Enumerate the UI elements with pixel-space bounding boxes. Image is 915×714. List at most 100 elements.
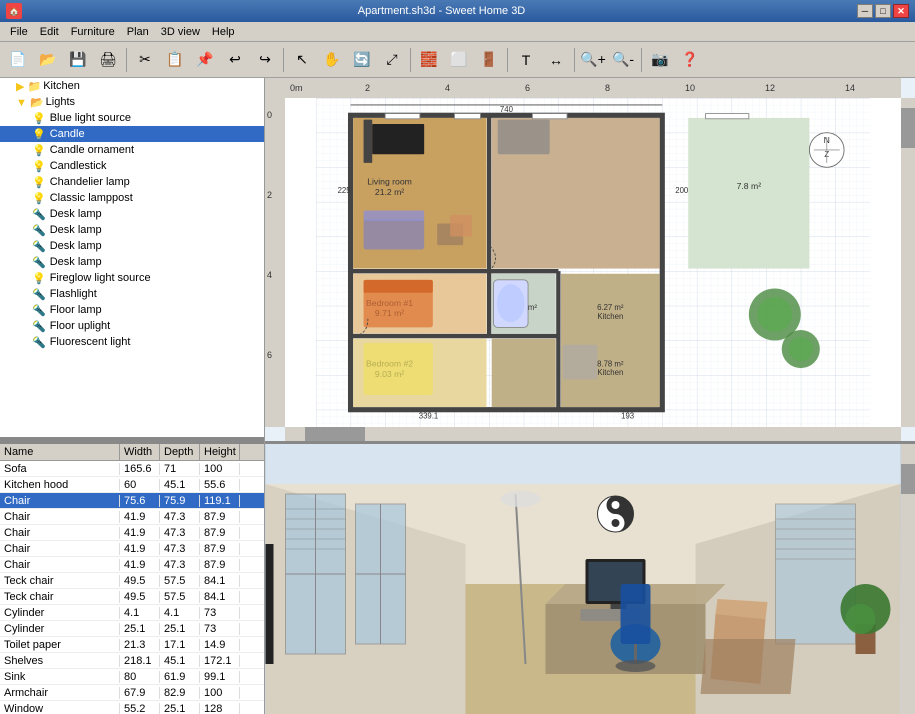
floorplan-content[interactable]: Living room 21.2 m² Bedroom #1 9.71 m² B…: [285, 98, 901, 427]
scroll-thumb-v[interactable]: [901, 108, 915, 148]
list-row-9[interactable]: Cylinder4.14.173: [0, 605, 264, 621]
list-cell-1: 41.9: [120, 559, 160, 571]
list-row-0[interactable]: Sofa165.671100: [0, 461, 264, 477]
copy-button[interactable]: 📋: [161, 46, 189, 74]
tree-item-4[interactable]: 💡Candle ornament: [0, 142, 264, 158]
list-row-1[interactable]: Kitchen hood6045.155.6: [0, 477, 264, 493]
tree-item-12[interactable]: 💡Fireglow light source: [0, 270, 264, 286]
floorplan-scrollbar-v[interactable]: [901, 98, 915, 427]
list-row-5[interactable]: Chair41.947.387.9: [0, 541, 264, 557]
svg-text:Kitchen: Kitchen: [597, 368, 623, 377]
tree-item-11[interactable]: 🔦Desk lamp: [0, 254, 264, 270]
svg-text:8: 8: [605, 83, 610, 93]
list-col-width: Width: [120, 444, 160, 460]
svg-text:4: 4: [445, 83, 450, 93]
app-icon: 🏠: [6, 3, 22, 19]
list-col-depth: Depth: [160, 444, 200, 460]
add-door-button[interactable]: 🚪: [475, 46, 503, 74]
tree-item-2[interactable]: 💡Blue light source: [0, 110, 264, 126]
list-row-11[interactable]: Toilet paper21.317.114.9: [0, 637, 264, 653]
tree-item-1[interactable]: ▼ 📂Lights: [0, 94, 264, 110]
list-cell-3: 87.9: [200, 511, 240, 523]
select-button[interactable]: ↖: [288, 46, 316, 74]
list-cell-3: 172.1: [200, 655, 240, 667]
scale-button[interactable]: ⤢: [378, 46, 406, 74]
list-cell-1: 41.9: [120, 543, 160, 555]
list-row-12[interactable]: Shelves218.145.1172.1: [0, 653, 264, 669]
list-cell-2: 57.5: [160, 575, 200, 587]
tree-item-9[interactable]: 🔦Desk lamp: [0, 222, 264, 238]
list-row-2[interactable]: Chair75.675.9119.1: [0, 493, 264, 509]
zoom-in-button[interactable]: 🔍+: [579, 46, 607, 74]
list-cell-1: 41.9: [120, 511, 160, 523]
svg-text:21.2 m²: 21.2 m²: [375, 187, 404, 197]
text-button[interactable]: T: [512, 46, 540, 74]
tree-item-13[interactable]: 🔦Flashlight: [0, 286, 264, 302]
floorplan-scrollbar-h[interactable]: [285, 427, 901, 441]
list-row-15[interactable]: Window55.225.1128: [0, 701, 264, 714]
help-button[interactable]: ❓: [676, 46, 704, 74]
list-cell-3: 100: [200, 687, 240, 699]
menu-file[interactable]: File: [4, 24, 34, 40]
tree-item-10[interactable]: 🔦Desk lamp: [0, 238, 264, 254]
menu-3d-view[interactable]: 3D view: [155, 24, 206, 40]
cut-button[interactable]: ✂: [131, 46, 159, 74]
tree-item-8[interactable]: 🔦Desk lamp: [0, 206, 264, 222]
redo-button[interactable]: ↪: [251, 46, 279, 74]
add-room-button[interactable]: ⬜: [445, 46, 473, 74]
menu-furniture[interactable]: Furniture: [65, 24, 121, 40]
list-row-6[interactable]: Chair41.947.387.9: [0, 557, 264, 573]
camera-button[interactable]: 📷: [646, 46, 674, 74]
list-row-7[interactable]: Teck chair49.557.584.1: [0, 573, 264, 589]
tree-item-6[interactable]: 💡Chandelier lamp: [0, 174, 264, 190]
add-wall-button[interactable]: 🧱: [415, 46, 443, 74]
floorplan[interactable]: 0m 2 4 6 8 10 12 14 0 2 4 6 8: [265, 78, 915, 444]
menu-edit[interactable]: Edit: [34, 24, 65, 40]
undo-button[interactable]: ↩: [221, 46, 249, 74]
dimension-button[interactable]: ↔: [542, 46, 570, 74]
sep6: [641, 48, 642, 72]
list-row-4[interactable]: Chair41.947.387.9: [0, 525, 264, 541]
list-row-14[interactable]: Armchair67.982.9100: [0, 685, 264, 701]
view3d[interactable]: [265, 444, 915, 714]
list-row-8[interactable]: Teck chair49.557.584.1: [0, 589, 264, 605]
minimize-button[interactable]: ─: [857, 4, 873, 18]
sep3: [410, 48, 411, 72]
print-button[interactable]: 🖨: [94, 46, 122, 74]
list-cell-1: 55.2: [120, 703, 160, 714]
list-cell-3: 84.1: [200, 575, 240, 587]
list-cell-1: 67.9: [120, 687, 160, 699]
view3d-scroll-thumb[interactable]: [901, 464, 915, 494]
save-button[interactable]: 💾: [64, 46, 92, 74]
move-button[interactable]: ✋: [318, 46, 346, 74]
list-cell-2: 71: [160, 463, 200, 475]
rotate-button[interactable]: 🔄: [348, 46, 376, 74]
tree-item-0[interactable]: ▶ 📁Kitchen: [0, 78, 264, 94]
open-button[interactable]: 📂: [34, 46, 62, 74]
list-row-10[interactable]: Cylinder25.125.173: [0, 621, 264, 637]
close-button[interactable]: ✕: [893, 4, 909, 18]
menu-plan[interactable]: Plan: [121, 24, 155, 40]
list-cell-0: Window: [0, 703, 120, 714]
list-panel[interactable]: NameWidthDepthHeight Sofa165.671100Kitch…: [0, 444, 264, 714]
tree-panel[interactable]: ▶ 📁Kitchen▼ 📂Lights💡Blue light source💡Ca…: [0, 78, 264, 440]
scroll-thumb-h[interactable]: [305, 427, 365, 441]
list-row-3[interactable]: Chair41.947.387.9: [0, 509, 264, 525]
list-cell-3: 87.9: [200, 527, 240, 539]
tree-item-7[interactable]: 💡Classic lamppost: [0, 190, 264, 206]
menu-help[interactable]: Help: [206, 24, 241, 40]
tree-item-3[interactable]: 💡Candle: [0, 126, 264, 142]
view3d-svg: [265, 444, 901, 714]
list-cell-0: Chair: [0, 511, 120, 523]
tree-item-15[interactable]: 🔦Floor uplight: [0, 318, 264, 334]
paste-button[interactable]: 📌: [191, 46, 219, 74]
tree-item-14[interactable]: 🔦Floor lamp: [0, 302, 264, 318]
tree-item-16[interactable]: 🔦Fluorescent light: [0, 334, 264, 350]
zoom-out-button[interactable]: 🔍-: [609, 46, 637, 74]
list-row-13[interactable]: Sink8061.999.1: [0, 669, 264, 685]
list-cell-0: Sofa: [0, 463, 120, 475]
tree-item-5[interactable]: 💡Candlestick: [0, 158, 264, 174]
new-button[interactable]: 📄: [4, 46, 32, 74]
view3d-scrollbar[interactable]: [901, 444, 915, 714]
maximize-button[interactable]: □: [875, 4, 891, 18]
